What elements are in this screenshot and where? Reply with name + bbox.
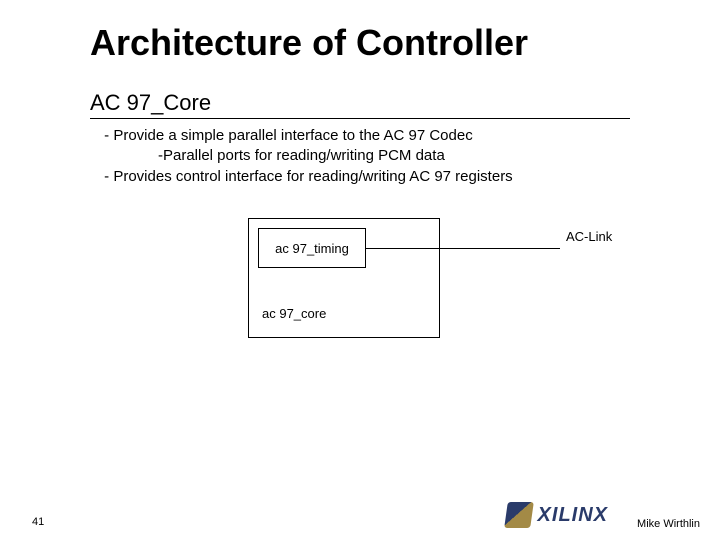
brand-logo: XILINX bbox=[506, 502, 608, 528]
link-label: AC-Link bbox=[566, 229, 612, 244]
xilinx-icon bbox=[504, 502, 534, 528]
slide: Architecture of Controller AC 97_Core - … bbox=[0, 0, 720, 540]
connector-ac-link bbox=[366, 248, 560, 249]
author-name: Mike Wirthlin bbox=[637, 518, 700, 530]
page-number: 41 bbox=[32, 516, 44, 528]
bullet-item: - Provides control interface for reading… bbox=[100, 167, 640, 187]
core-label: ac 97_core bbox=[262, 306, 326, 321]
timing-label: ac 97_timing bbox=[275, 241, 349, 256]
diagram-core: ac 97_timing ac 97_core bbox=[248, 218, 440, 338]
subtitle-underline bbox=[90, 118, 630, 119]
bullet-item: - Provide a simple parallel interface to… bbox=[100, 126, 640, 146]
bullet-subitem: -Parallel ports for reading/writing PCM … bbox=[100, 146, 640, 166]
bullet-list: - Provide a simple parallel interface to… bbox=[100, 126, 640, 187]
brand-name: XILINX bbox=[538, 504, 608, 527]
section-subtitle: AC 97_Core bbox=[90, 90, 211, 116]
page-title: Architecture of Controller bbox=[90, 22, 528, 64]
box-ac97-timing: ac 97_timing bbox=[258, 228, 366, 268]
